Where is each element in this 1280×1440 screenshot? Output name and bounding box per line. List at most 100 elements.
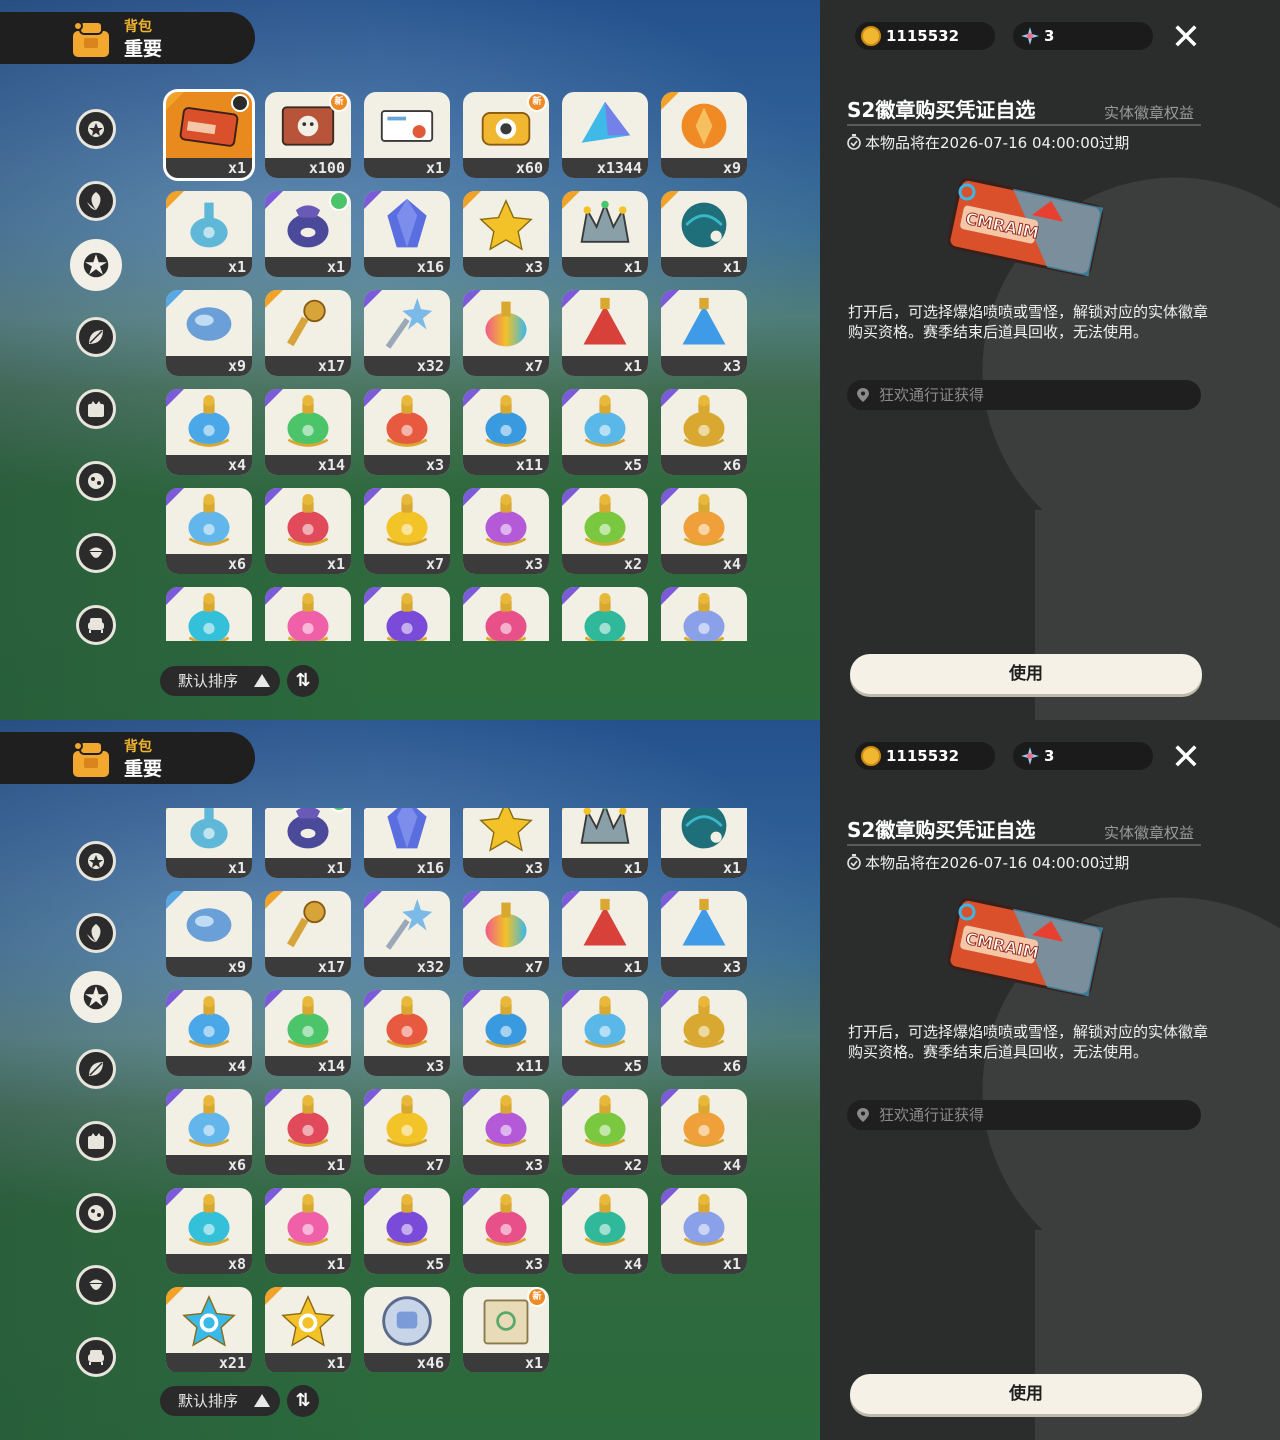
category-tab-acorn[interactable] xyxy=(67,524,125,582)
inventory-item-star[interactable]: x3 xyxy=(463,191,549,277)
inventory-item-orange-gem[interactable]: x9 xyxy=(661,92,747,178)
category-tab-leaves[interactable] xyxy=(67,308,125,366)
inventory-item-potion[interactable]: x8 xyxy=(166,1188,252,1274)
inventory-item-potion[interactable]: x1 xyxy=(265,1188,351,1274)
inventory-item-blue-stone[interactable]: x9 xyxy=(166,290,252,376)
inventory-item-crystal[interactable]: x16 xyxy=(364,808,450,878)
inventory-item-crystal[interactable]: x16 xyxy=(364,191,450,277)
inventory-item-potion[interactable]: x3 xyxy=(364,389,450,475)
inventory-item-potion[interactable]: x4 xyxy=(166,389,252,475)
inventory-item-silver-coin[interactable]: x46 xyxy=(364,1287,450,1372)
inventory-item-blue-bottle[interactable]: x3 xyxy=(661,290,747,376)
category-tab-leaves[interactable] xyxy=(67,1040,125,1098)
inventory-item-potion[interactable]: x4 xyxy=(661,1089,747,1175)
sort-toggle-icon[interactable]: ⇅ xyxy=(287,1385,319,1417)
inventory-item-camera[interactable]: x60 新 xyxy=(463,92,549,178)
use-button[interactable]: 使用 xyxy=(850,654,1202,694)
inventory-item-potion[interactable]: x1 xyxy=(265,1089,351,1175)
inventory-item-potion[interactable]: x3 xyxy=(463,488,549,574)
inventory-item-red-bottle[interactable]: x1 xyxy=(562,290,648,376)
inventory-item-potion[interactable]: x3 xyxy=(463,1089,549,1175)
inventory-item-gold-star[interactable]: x1 xyxy=(265,1287,351,1372)
inventory-item-blue-bottle[interactable]: x3 xyxy=(661,891,747,977)
inventory-item-key[interactable]: x17 xyxy=(265,290,351,376)
inventory-item-potion[interactable]: x1 xyxy=(661,587,747,641)
sort-button[interactable]: 默认排序 xyxy=(160,666,280,696)
inventory-item-prism[interactable]: x1344 xyxy=(562,92,648,178)
inventory-item-key[interactable]: x17 xyxy=(265,891,351,977)
inventory-item-potion[interactable]: x1 xyxy=(265,587,351,641)
category-tab-sun-gear[interactable] xyxy=(67,968,125,1026)
category-tab-sofa[interactable] xyxy=(67,596,125,654)
inventory-item-potion[interactable]: x8 xyxy=(166,587,252,641)
inventory-item-potion[interactable]: x6 xyxy=(166,1089,252,1175)
inventory-item-potion[interactable]: x3 xyxy=(364,990,450,1076)
inventory-item-letter[interactable]: x1 xyxy=(364,92,450,178)
inventory-item-potion[interactable]: x4 xyxy=(661,488,747,574)
inventory-item-potion[interactable]: x1 xyxy=(661,1188,747,1274)
inventory-item-potion[interactable]: x14 xyxy=(265,990,351,1076)
inventory-item-potion[interactable]: x2 xyxy=(562,488,648,574)
use-button[interactable]: 使用 xyxy=(850,1374,1202,1414)
sort-button[interactable]: 默认排序 xyxy=(160,1386,280,1416)
inventory-item-potion[interactable]: x5 xyxy=(364,1188,450,1274)
inventory-item-potion[interactable]: x4 xyxy=(562,587,648,641)
category-tab-sun-gear[interactable] xyxy=(67,236,125,294)
inventory-item-flask[interactable]: x1 xyxy=(166,191,252,277)
inventory-item-crown[interactable]: x1 xyxy=(562,191,648,277)
inventory-item-potion[interactable]: x3 xyxy=(463,1188,549,1274)
item-tag[interactable]: 实体徽章权益 xyxy=(1104,102,1194,123)
inventory-item-wand[interactable]: x32 xyxy=(364,891,450,977)
inventory-item-card[interactable]: x100 新 xyxy=(265,92,351,178)
inventory-item-rainbow-bottle[interactable]: x7 xyxy=(463,891,549,977)
category-tab-star-ball[interactable] xyxy=(67,452,125,510)
category-tab-sofa[interactable] xyxy=(67,1328,125,1386)
category-tab-star-badge[interactable] xyxy=(67,832,125,890)
item-tag[interactable]: 实体徽章权益 xyxy=(1104,822,1194,843)
inventory-item-flask[interactable]: x1 xyxy=(166,808,252,878)
inventory-item-wand[interactable]: x32 xyxy=(364,290,450,376)
category-tab-acorn[interactable] xyxy=(67,1256,125,1314)
category-tab-leaf[interactable] xyxy=(67,172,125,230)
inventory-item-potion[interactable]: x4 xyxy=(166,990,252,1076)
inventory-item-potion[interactable]: x7 xyxy=(364,488,450,574)
inventory-item-shell[interactable]: x1 xyxy=(661,191,747,277)
inventory-item-star[interactable]: x3 xyxy=(463,808,549,878)
inventory-item-potion[interactable]: x4 xyxy=(562,1188,648,1274)
inventory-item-pouch[interactable]: x1 xyxy=(265,191,351,277)
inventory-item-blue-stone[interactable]: x9 xyxy=(166,891,252,977)
inventory-item-potion[interactable]: x11 xyxy=(463,990,549,1076)
inventory-item-potion[interactable]: x6 xyxy=(661,990,747,1076)
potion-icon xyxy=(188,395,230,447)
inventory-item-blue-star[interactable]: x21 xyxy=(166,1287,252,1372)
category-tab-crown-scroll[interactable] xyxy=(67,380,125,438)
close-icon[interactable]: ✕ xyxy=(1168,740,1204,776)
inventory-item-red-bottle[interactable]: x1 xyxy=(562,891,648,977)
sort-toggle-icon[interactable]: ⇅ xyxy=(287,665,319,697)
inventory-item-potion[interactable]: x5 xyxy=(364,587,450,641)
gem-amount: 3 xyxy=(1044,27,1055,45)
inventory-item-crown[interactable]: x1 xyxy=(562,808,648,878)
inventory-item-potion[interactable]: x6 xyxy=(661,389,747,475)
inventory-item-scroll[interactable]: x1 新 xyxy=(463,1287,549,1372)
close-icon[interactable]: ✕ xyxy=(1168,20,1204,56)
inventory-item-potion[interactable]: x2 xyxy=(562,1089,648,1175)
item-count: x7 xyxy=(425,555,444,573)
category-tab-crown-scroll[interactable] xyxy=(67,1112,125,1170)
inventory-item-potion[interactable]: x3 xyxy=(463,587,549,641)
category-tab-leaf[interactable] xyxy=(67,904,125,962)
sun-gear-icon xyxy=(70,239,122,291)
inventory-item-potion[interactable]: x7 xyxy=(364,1089,450,1175)
inventory-item-potion[interactable]: x1 xyxy=(265,488,351,574)
inventory-item-potion[interactable]: x6 xyxy=(166,488,252,574)
inventory-item-potion[interactable]: x5 xyxy=(562,389,648,475)
inventory-item-potion[interactable]: x11 xyxy=(463,389,549,475)
category-tab-star-badge[interactable] xyxy=(67,100,125,158)
inventory-item-pouch[interactable]: x1 xyxy=(265,808,351,878)
inventory-item-potion[interactable]: x14 xyxy=(265,389,351,475)
inventory-item-potion[interactable]: x5 xyxy=(562,990,648,1076)
category-tab-star-ball[interactable] xyxy=(67,1184,125,1242)
inventory-item-ticket[interactable]: x1 xyxy=(166,92,252,178)
inventory-item-shell[interactable]: x1 xyxy=(661,808,747,878)
inventory-item-rainbow-bottle[interactable]: x7 xyxy=(463,290,549,376)
